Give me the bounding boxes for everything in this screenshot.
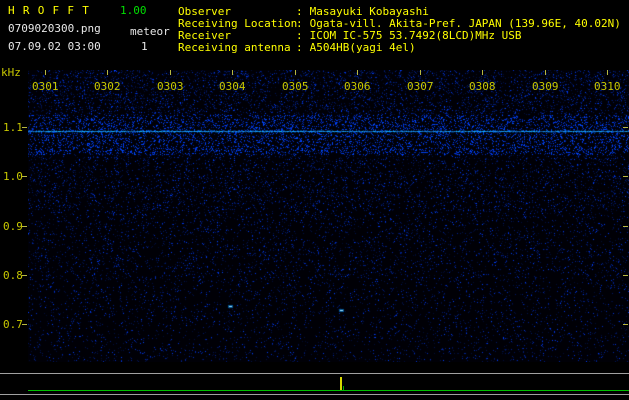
level-spike (340, 377, 342, 390)
info-row-receiver: Receiver: ICOM IC-575 53.7492(8LCD)MHz US… (178, 30, 522, 41)
time-label: 0303 (157, 80, 184, 93)
level-spike (343, 386, 344, 390)
freq-unit-label: kHz (1, 66, 21, 79)
info-row-antenna: Receiving antenna: A504HB(yagi 4el) (178, 42, 416, 53)
freq-label: 0.9 (3, 220, 23, 233)
info-label: Receiving Location (178, 17, 298, 30)
time-label: 0310 (594, 80, 621, 93)
time-label: 0301 (32, 80, 59, 93)
freq-tick-left (22, 176, 27, 177)
time-label: 0309 (532, 80, 559, 93)
time-tick (482, 70, 483, 75)
observation-datetime: 07.09.02 03:00 (8, 40, 101, 53)
signal-level-strip (0, 373, 629, 395)
time-tick (232, 70, 233, 75)
info-separator: : (296, 41, 303, 54)
freq-tick-right (623, 324, 628, 325)
freq-label: 1.0 (3, 170, 23, 183)
level-baseline (28, 390, 629, 391)
info-label: Receiving antenna (178, 41, 291, 54)
time-label: 0307 (407, 80, 434, 93)
freq-tick-right (623, 127, 628, 128)
time-tick (45, 70, 46, 75)
freq-tick-left (22, 127, 27, 128)
info-row-observer: Observer: Masayuki Kobayashi (178, 6, 429, 17)
spectrogram-canvas (28, 70, 629, 362)
time-label: 0304 (219, 80, 246, 93)
app-version: 1.00 (120, 4, 147, 17)
time-tick (607, 70, 608, 75)
freq-label: 1.1 (3, 121, 23, 134)
time-tick (357, 70, 358, 75)
time-tick (170, 70, 171, 75)
time-tick (420, 70, 421, 75)
info-row-location: Receiving Location: Ogata-vill. Akita-Pre… (178, 18, 621, 29)
time-tick (107, 70, 108, 75)
freq-tick-right (623, 226, 628, 227)
freq-label: 0.8 (3, 269, 23, 282)
freq-label: 0.7 (3, 318, 23, 331)
freq-tick-right (623, 176, 628, 177)
app-title: H R O F F T (8, 4, 90, 17)
freq-tick-left (22, 275, 27, 276)
time-tick (545, 70, 546, 75)
freq-tick-left (22, 324, 27, 325)
info-label: Observer (178, 5, 231, 18)
echo-count: 1 (141, 40, 148, 53)
hrofft-screen: H R O F F T 1.00 0709020300.png meteor 0… (0, 0, 629, 400)
info-value: A504HB(yagi 4el) (309, 41, 416, 54)
freq-tick-right (623, 275, 628, 276)
time-label: 0306 (344, 80, 371, 93)
time-label: 0302 (94, 80, 121, 93)
freq-tick-left (22, 226, 27, 227)
time-label: 0305 (282, 80, 309, 93)
time-tick (295, 70, 296, 75)
output-filename: 0709020300.png (8, 22, 101, 35)
info-label: Receiver (178, 29, 231, 42)
time-label: 0308 (469, 80, 496, 93)
mode-label: meteor (130, 25, 170, 38)
